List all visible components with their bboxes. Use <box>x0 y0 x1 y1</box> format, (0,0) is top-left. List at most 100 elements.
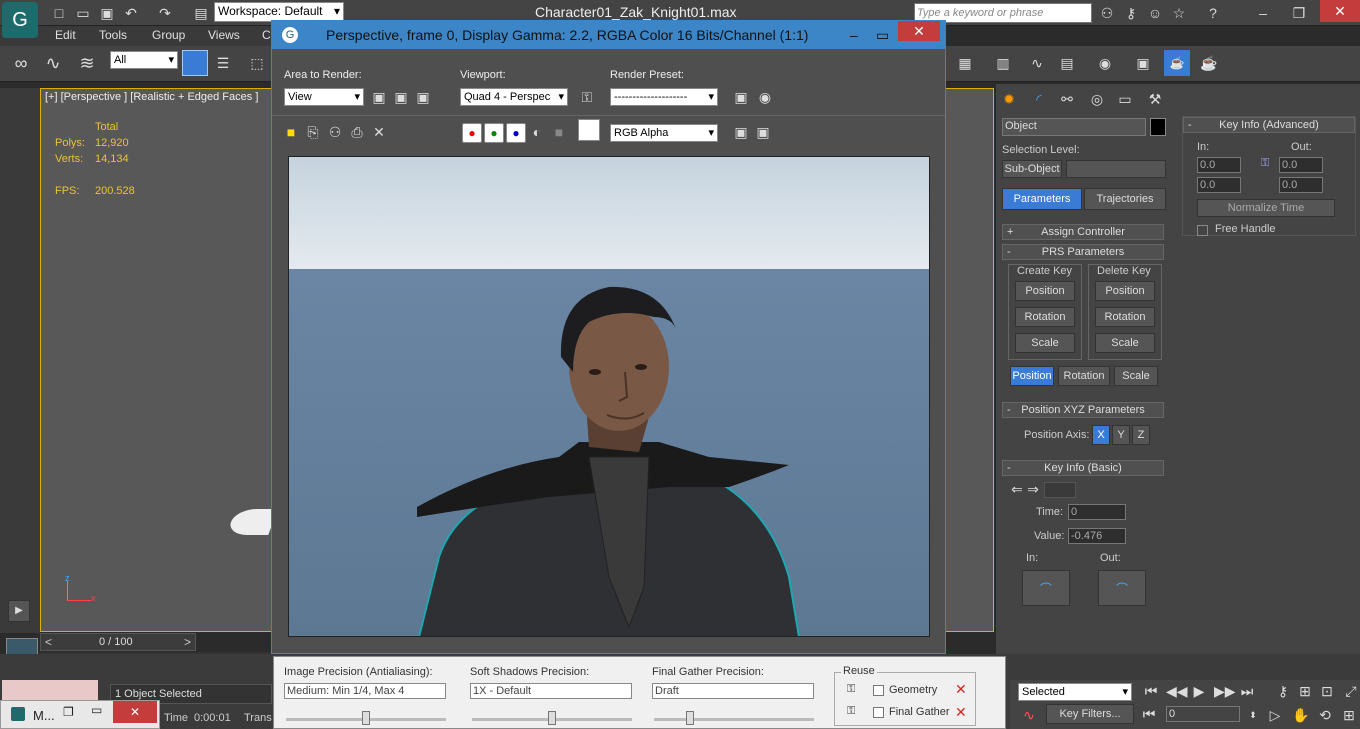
create-scale-button[interactable]: Scale <box>1015 333 1075 353</box>
adv-out-field-1[interactable]: 0.0 <box>1279 157 1323 173</box>
taskbar-item[interactable]: M... ❐ ▭ ✕ <box>0 700 160 729</box>
sub-object-button[interactable]: Sub-Object <box>1002 160 1062 178</box>
render-maximize-icon[interactable]: ▭ <box>876 21 889 49</box>
taskbar-minimize-icon[interactable]: ▭ <box>91 703 102 717</box>
sub-object-dropdown[interactable] <box>1066 160 1166 178</box>
blue-channel-button[interactable]: ● <box>506 123 526 143</box>
zoom-all-icon[interactable]: ⊡ <box>1318 682 1336 700</box>
green-channel-button[interactable]: ● <box>484 123 504 143</box>
axis-x-button[interactable]: X <box>1092 425 1110 445</box>
lock-final-gather-icon[interactable]: ⚿ <box>847 705 855 718</box>
clone-frame-icon[interactable]: ⚇ <box>326 123 344 141</box>
swatch-color[interactable] <box>578 119 600 141</box>
assign-controller-rollout[interactable]: + Assign Controller <box>1002 224 1164 240</box>
region-render-icon[interactable]: ▣ <box>414 88 432 106</box>
key-time-field[interactable]: 0 <box>1068 504 1126 520</box>
key-info-basic-rollout[interactable]: - Key Info (Basic) <box>1002 460 1164 476</box>
out-tangent-button[interactable]: ⌒ <box>1098 570 1146 606</box>
toggle-ui-overlay-icon[interactable]: ▣ <box>732 123 750 141</box>
save-image-icon[interactable]: ■ <box>282 123 300 141</box>
render-production-icon[interactable]: ☕ <box>1200 54 1218 72</box>
lock-icon[interactable]: ⚿ <box>1261 157 1269 170</box>
environment-icon[interactable]: ◉ <box>756 88 774 106</box>
object-name-field[interactable]: Object <box>1002 118 1146 136</box>
utilities-tab-icon[interactable]: ⚒ <box>1146 90 1164 108</box>
new-file-icon[interactable]: □ <box>50 4 68 22</box>
project-folder-icon[interactable]: ▤ <box>192 4 210 22</box>
position-tab-button[interactable]: Position <box>1010 366 1054 386</box>
key-value-field[interactable]: -0.476 <box>1068 528 1126 544</box>
object-color-swatch[interactable] <box>1150 118 1166 136</box>
time-slider[interactable]: < 0 / 100 > <box>40 633 196 651</box>
final-gather-slider[interactable] <box>654 718 814 721</box>
material-editor-icon[interactable]: ◉ <box>1096 54 1114 72</box>
adv-out-field-2[interactable]: 0.0 <box>1279 177 1323 193</box>
next-frame-icon[interactable]: ▶▶ <box>1214 682 1236 700</box>
final-gather-checkbox[interactable] <box>873 707 884 718</box>
adv-in-field-1[interactable]: 0.0 <box>1197 157 1241 173</box>
display-tab-icon[interactable]: ▭ <box>1116 90 1134 108</box>
open-file-icon[interactable]: ▭ <box>74 4 92 22</box>
region-select-icon[interactable]: ⬚ <box>248 54 266 72</box>
orbit-icon[interactable]: ⟲ <box>1316 706 1334 724</box>
play-icon[interactable]: ▶ <box>1190 682 1208 700</box>
monochrome-icon[interactable]: ■ <box>550 123 568 141</box>
axis-z-button[interactable]: Z <box>1132 425 1150 445</box>
key-filters-button[interactable]: Key Filters... <box>1046 704 1134 724</box>
named-selection-icon[interactable]: ▦ <box>956 54 974 72</box>
area-to-render-dropdown[interactable]: View <box>284 88 364 106</box>
viewport-label[interactable]: [+] [Perspective ] [Realistic + Edged Fa… <box>45 91 258 103</box>
prs-parameters-rollout[interactable]: - PRS Parameters <box>1002 244 1164 260</box>
create-rotation-button[interactable]: Rotation <box>1015 307 1075 327</box>
time-config-icon[interactable]: ⏮ <box>1140 705 1158 723</box>
final-gather-thumb[interactable] <box>686 711 694 725</box>
modify-tab-icon[interactable]: ◜ <box>1030 90 1048 108</box>
unlink-icon[interactable]: ∿ <box>44 54 62 72</box>
menu-edit[interactable]: Edit <box>55 28 76 42</box>
save-icon[interactable]: ▣ <box>98 4 116 22</box>
taskbar-close-icon[interactable]: ✕ <box>113 701 157 723</box>
menu-group[interactable]: Group <box>152 28 185 42</box>
lock-geometry-icon[interactable]: ⚿ <box>847 683 855 696</box>
alpha-channel-icon[interactable]: ◐ <box>528 123 546 141</box>
binoculars-icon[interactable]: ⚇ <box>1098 4 1116 22</box>
app-logo-icon[interactable]: G <box>2 2 38 38</box>
render-frame-button[interactable]: ☕ <box>1164 50 1190 76</box>
print-image-icon[interactable]: ⎙ <box>348 123 366 141</box>
zoom-extents-icon[interactable]: ⊞ <box>1296 682 1314 700</box>
parameters-button[interactable]: Parameters <box>1002 188 1082 210</box>
curve-editor-icon[interactable]: ∿ <box>1028 54 1046 72</box>
clear-image-icon[interactable]: ✕ <box>370 123 388 141</box>
maxscript-listener[interactable] <box>2 680 98 700</box>
key-info-advanced-rollout[interactable]: - Key Info (Advanced) <box>1183 117 1355 133</box>
edit-region-icon[interactable]: ▣ <box>370 88 388 106</box>
next-key-icon[interactable]: ⇒ <box>1024 480 1042 498</box>
key-mode-icon[interactable]: ⚷ <box>1274 682 1292 700</box>
soft-shadows-thumb[interactable] <box>548 711 556 725</box>
render-setup-icon[interactable]: ▣ <box>1134 54 1152 72</box>
image-precision-field[interactable]: Medium: Min 1/4, Max 4 <box>284 683 446 699</box>
lock-viewport-icon[interactable]: ⚿ <box>578 88 596 106</box>
key-icon[interactable]: ⚷ <box>1122 4 1140 22</box>
minimize-icon[interactable]: – <box>1254 4 1272 22</box>
final-gather-field[interactable]: Draft <box>652 683 814 699</box>
menu-views[interactable]: Views <box>208 28 240 42</box>
geometry-checkbox[interactable] <box>873 685 884 696</box>
selection-set-dropdown[interactable]: Selected <box>1018 683 1132 701</box>
in-tangent-button[interactable]: ⌒ <box>1022 570 1070 606</box>
clear-final-gather-icon[interactable]: ✕ <box>955 704 967 721</box>
normalize-time-button[interactable]: Normalize Time <box>1197 199 1335 217</box>
layer-manager-icon[interactable]: ▥ <box>994 54 1012 72</box>
render-close-button[interactable]: ✕ <box>898 21 940 41</box>
hierarchy-tab-icon[interactable]: ⚯ <box>1058 90 1076 108</box>
play-button-small[interactable]: ▶ <box>8 600 30 622</box>
free-handle-checkbox[interactable] <box>1197 225 1208 236</box>
star-icon[interactable]: ☆ <box>1170 4 1188 22</box>
image-precision-thumb[interactable] <box>362 711 370 725</box>
restore-icon[interactable]: ❐ <box>1290 4 1308 22</box>
min-max-toggle-icon[interactable]: ⊞ <box>1340 706 1358 724</box>
toggle-ui-icon[interactable]: ▣ <box>754 123 772 141</box>
go-to-end-icon[interactable]: ⏭ <box>1238 682 1256 700</box>
selection-filter-dropdown[interactable]: All <box>110 51 178 69</box>
undo-icon[interactable]: ↶ <box>122 4 140 22</box>
